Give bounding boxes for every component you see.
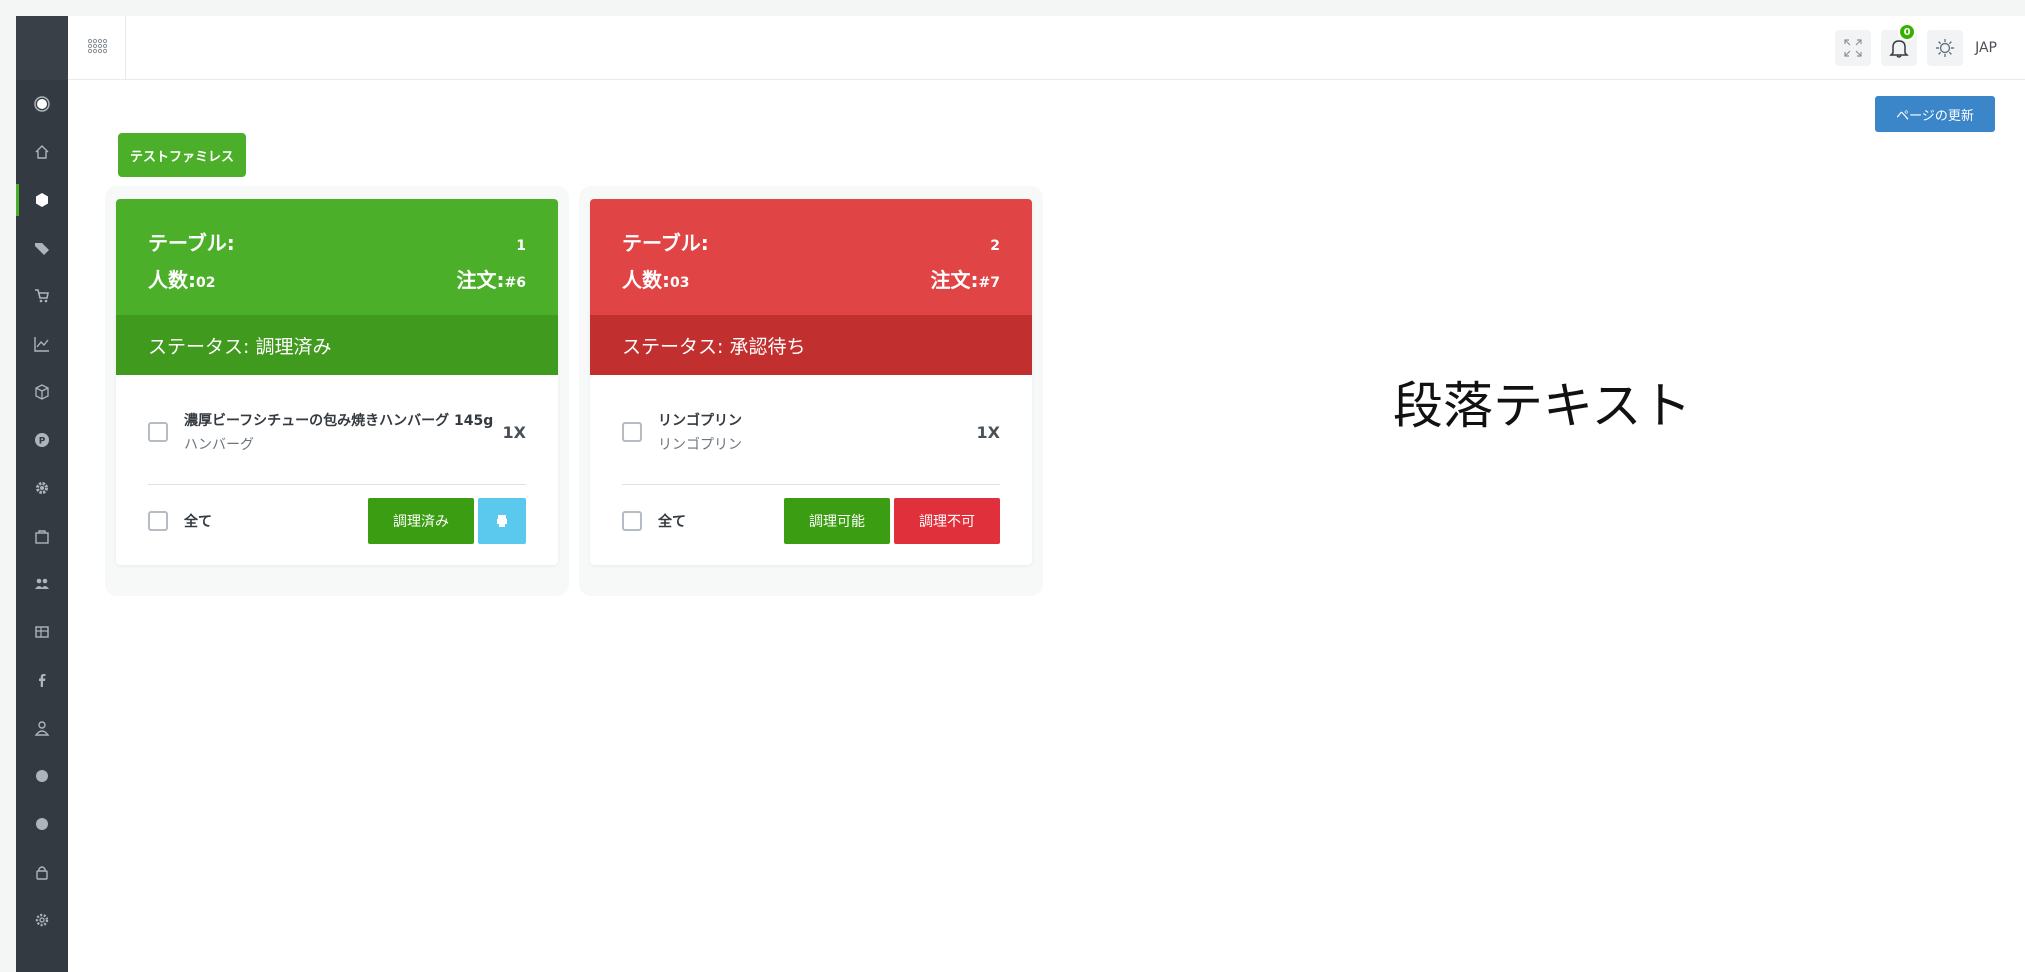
item-name: リンゴプリン (658, 413, 742, 429)
paragraph-text: 段落テキスト (1393, 377, 1692, 435)
refresh-page-button[interactable]: ページの更新 (1875, 96, 1995, 132)
status-bar: ステータス: 承認待ち (590, 315, 1032, 375)
print-button[interactable] (478, 498, 526, 544)
settings-icon (35, 913, 49, 927)
order-card-wrapper-2: テーブル: 2 人数:03 注文:#7 ステータス: 承認待ち リンゴプリン リ… (579, 186, 1043, 596)
order-number: #7 (978, 275, 1000, 291)
people-label: 人数: (622, 268, 670, 292)
people-label: 人数: (148, 268, 196, 292)
home-icon (35, 145, 49, 159)
order-card-body: リンゴプリン リンゴプリン 1X 全て 調理可能 調理不可 (590, 375, 1032, 557)
svg-text:P: P (39, 437, 46, 447)
fullscreen-icon (1844, 39, 1862, 57)
item-subtitle: ハンバーグ (184, 437, 254, 453)
order-card-1: テーブル: 1 人数:02 注文:#6 ステータス: 調理済み 濃厚ビーフシチュ… (116, 199, 558, 565)
order-card-wrapper-1: テーブル: 1 人数:02 注文:#6 ステータス: 調理済み 濃厚ビーフシチュ… (105, 186, 569, 596)
sidebar-item-users[interactable] (16, 560, 68, 608)
apps-grid-icon (87, 38, 107, 53)
top-bar: 0 JAP (68, 15, 2025, 80)
order-card-2: テーブル: 2 人数:03 注文:#7 ステータス: 承認待ち リンゴプリン リ… (590, 199, 1032, 565)
facebook-icon (39, 674, 46, 687)
sidebar-item-tags[interactable] (16, 224, 68, 272)
printer-icon (497, 515, 507, 527)
dot-icon-2 (36, 818, 48, 830)
language-selector[interactable]: JAP (1975, 40, 1997, 56)
table-number: 1 (516, 238, 526, 254)
item-quantity: 1X (502, 422, 526, 442)
order-card-header: テーブル: 2 人数:03 注文:#7 (590, 199, 1032, 315)
apps-menu-button[interactable] (68, 15, 126, 80)
bag-icon (35, 530, 49, 544)
notifications-button[interactable]: 0 (1881, 23, 1918, 66)
order-label: 注文: (456, 268, 505, 292)
sidebar-item-table[interactable] (16, 608, 68, 656)
box-icon (35, 384, 49, 400)
notification-badge: 0 (1898, 23, 1917, 41)
users-icon (35, 578, 49, 589)
status-bar: ステータス: 調理済み (116, 315, 558, 375)
main-area: 0 JAP ページの更新 テストファミレス テーブル: 1 人数:02 注文:#… (68, 15, 2025, 972)
table-label: テーブル: (622, 231, 709, 255)
top-bar-actions: 0 JAP (1835, 23, 1997, 66)
dot-icon (36, 770, 48, 782)
sidebar-item-dot-1[interactable] (16, 752, 68, 800)
tag-icon (35, 243, 49, 255)
sidebar-item-settings[interactable] (16, 896, 68, 944)
not-cookable-button[interactable]: 調理不可 (894, 498, 1000, 544)
gear-small-icon (36, 482, 48, 494)
sidebar-item-cart[interactable] (16, 272, 68, 320)
cooked-button[interactable]: 調理済み (368, 498, 474, 544)
sidebar-item-lock[interactable] (16, 848, 68, 896)
sidebar-item-orders[interactable] (16, 176, 68, 224)
sidebar-item-logo[interactable] (16, 80, 68, 128)
order-label: 注文: (930, 268, 979, 292)
circle-logo-icon (34, 96, 50, 112)
order-number: #6 (504, 275, 526, 291)
item-name: 濃厚ビーフシチューの包み焼きハンバーグ 145g (184, 413, 494, 429)
item-checkbox[interactable] (622, 422, 642, 442)
sidebar-item-dot-2[interactable] (16, 800, 68, 848)
order-card-body: 濃厚ビーフシチューの包み焼きハンバーグ 145g ハンバーグ 1X 全て 調理済… (116, 375, 558, 557)
select-all-label: 全て (184, 514, 212, 530)
sidebar-item-facebook[interactable] (16, 656, 68, 704)
cart-icon (35, 289, 49, 303)
cookable-button[interactable]: 調理可能 (784, 498, 890, 544)
table-icon (35, 626, 49, 638)
select-all-checkbox[interactable] (622, 511, 642, 531)
order-item: 濃厚ビーフシチューの包み焼きハンバーグ 145g ハンバーグ 1X (148, 403, 526, 461)
order-card-footer: 全て 調理可能 調理不可 (622, 485, 1000, 557)
theme-toggle-button[interactable] (1927, 30, 1964, 66)
sidebar-item-box[interactable] (16, 368, 68, 416)
fullscreen-button[interactable] (1835, 30, 1872, 66)
select-all-label: 全て (658, 514, 686, 530)
chart-icon (34, 337, 49, 352)
sidebar-nav: P (16, 80, 68, 944)
select-all-checkbox[interactable] (148, 511, 168, 531)
item-checkbox[interactable] (148, 422, 168, 442)
sidebar-item-user[interactable] (16, 704, 68, 752)
sidebar-item-chart[interactable] (16, 320, 68, 368)
user-icon (34, 721, 50, 736)
sidebar: P (16, 16, 68, 972)
sidebar-item-home[interactable] (16, 128, 68, 176)
order-card-header: テーブル: 1 人数:02 注文:#6 (116, 199, 558, 315)
sidebar-item-bag[interactable] (16, 512, 68, 560)
sidebar-item-gear[interactable] (16, 464, 68, 512)
table-number: 2 (990, 238, 1000, 254)
people-count: 02 (196, 275, 216, 291)
table-label: テーブル: (148, 231, 235, 255)
p-badge-icon: P (35, 433, 49, 447)
sidebar-header (16, 16, 68, 80)
item-quantity: 1X (976, 422, 1000, 442)
store-name-badge: テストファミレス (118, 133, 247, 177)
lock-icon (36, 866, 48, 880)
people-count: 03 (670, 275, 690, 291)
cube-icon (36, 193, 48, 207)
sun-icon (1936, 39, 1955, 57)
sidebar-item-points[interactable]: P (16, 416, 68, 464)
order-card-footer: 全て 調理済み (148, 485, 526, 557)
order-item: リンゴプリン リンゴプリン 1X (622, 403, 1000, 461)
item-subtitle: リンゴプリン (658, 437, 742, 453)
